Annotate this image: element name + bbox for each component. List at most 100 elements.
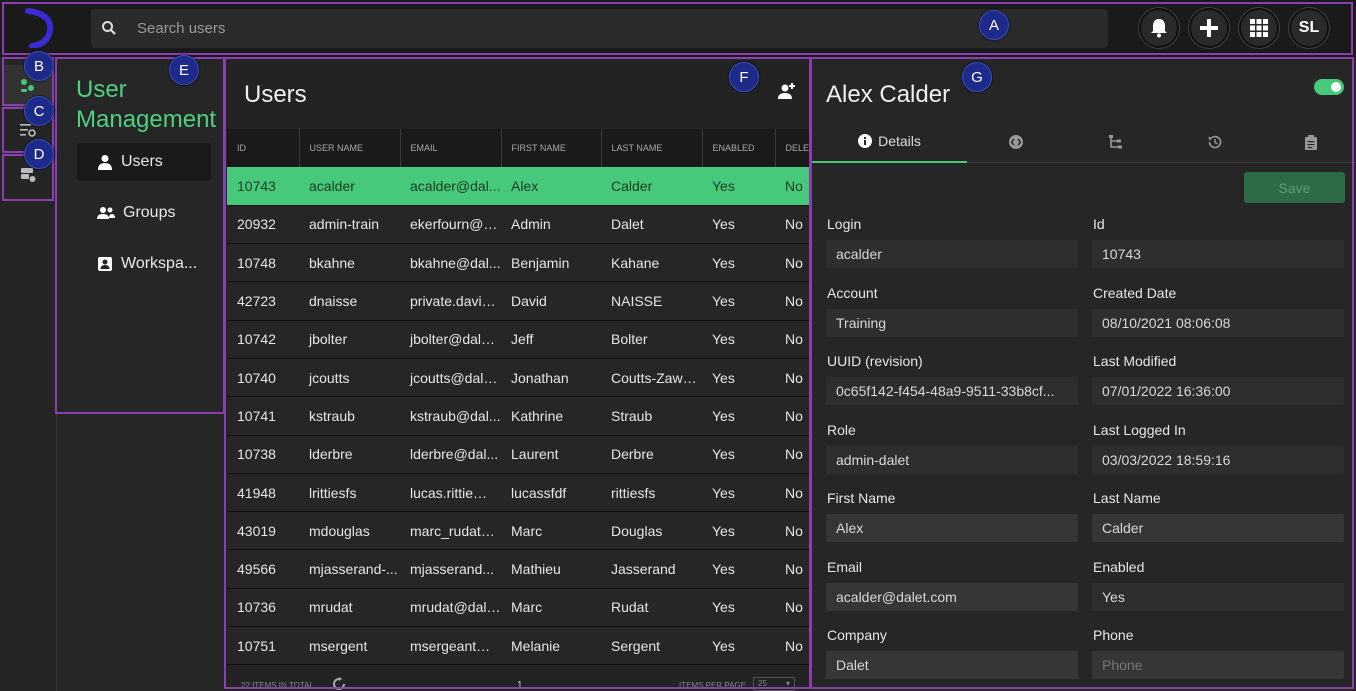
field-label: Enabled: [1093, 558, 1145, 575]
column-header-deleted[interactable]: DELE: [775, 129, 810, 167]
table-cell: Yes: [702, 320, 775, 359]
tab-clipboard[interactable]: [1266, 121, 1356, 163]
tab-history[interactable]: [1169, 121, 1259, 163]
table-cell: Sergent: [601, 626, 702, 666]
table-cell: lderbre: [299, 435, 400, 474]
callout-badge-c: C: [24, 96, 54, 126]
column-header-username[interactable]: USER NAME: [299, 129, 401, 167]
table-row[interactable]: 10751 msergent msergeant@... Melanie Sergent…: [227, 626, 809, 666]
table-cell: No: [775, 435, 809, 474]
table-row[interactable]: 10740 jcoutts jcoutts@dale... Jonathan Coutt…: [227, 358, 809, 398]
search-bar[interactable]: [91, 9, 1108, 48]
table-cell: No: [775, 320, 809, 359]
tab-hierarchy[interactable]: [1070, 121, 1160, 163]
field-value[interactable]: acalder@dalet.com: [826, 582, 1078, 611]
add-user-icon[interactable]: [778, 82, 796, 100]
table-cell: kstraub@dal...: [400, 396, 501, 436]
table-row[interactable]: 10741 kstraub kstraub@dal... Kathrine Straub…: [227, 396, 809, 436]
table-cell: 10738: [227, 435, 299, 474]
search-input[interactable]: [137, 9, 1037, 48]
user-icon: [98, 155, 112, 170]
table-cell: Melanie: [501, 626, 601, 666]
table-cell: acalder: [299, 167, 400, 206]
table-cell: No: [775, 167, 809, 206]
table-cell: ekerfourn@d...: [400, 205, 501, 245]
nav-item-groups[interactable]: Groups: [77, 194, 211, 232]
table-cell: 10736: [227, 588, 299, 628]
table-cell: mjasserand...: [400, 549, 501, 589]
refresh-icon[interactable]: [331, 677, 347, 691]
table-row[interactable]: 20932 admin-train ekerfourn@d... Admin Dalet…: [227, 205, 809, 245]
items-per-page-value: 25: [758, 679, 767, 688]
users-list-panel: Users ID USER NAME EMAIL FIRST NAME LAST…: [225, 57, 811, 691]
field-label: Account: [827, 284, 878, 301]
table-cell: Jasserand: [601, 549, 702, 589]
field-value[interactable]: Phone: [1092, 651, 1344, 679]
table-cell: 10743: [227, 167, 299, 206]
field-label: Last Logged In: [1093, 421, 1186, 438]
create-button[interactable]: [1189, 8, 1229, 48]
table-row[interactable]: 10736 mrudat mrudat@dale... Marc Rudat Yes No: [227, 588, 809, 628]
nav-item-users[interactable]: Users: [77, 143, 211, 181]
table-cell: mjasserand-...: [299, 549, 400, 589]
items-per-page-select[interactable]: 25 ▾: [753, 677, 795, 691]
table-cell: jcoutts@dale...: [400, 358, 501, 398]
table-cell: Laurent: [501, 435, 601, 474]
field-value[interactable]: Alex: [826, 514, 1078, 542]
field-value[interactable]: Dalet: [826, 651, 1078, 679]
field-label: Company: [827, 627, 887, 643]
table-cell: private.david...: [400, 281, 501, 321]
tab-code[interactable]: [971, 121, 1061, 163]
notifications-button[interactable]: [1139, 8, 1179, 48]
tab-label: Details: [878, 133, 921, 149]
column-header-email[interactable]: EMAIL: [400, 129, 502, 167]
table-cell: mrudat: [299, 588, 400, 628]
table-cell: lucassfdf: [501, 473, 601, 513]
column-header-id[interactable]: ID: [227, 129, 300, 167]
table-cell: Marc: [501, 511, 601, 551]
dalet-logo-icon[interactable]: [22, 8, 56, 48]
table-row[interactable]: 10743 acalder acalder@dal... Alex Calder Yes N…: [227, 167, 809, 206]
field-label: UUID (revision): [827, 353, 923, 369]
column-header-lastname[interactable]: LAST NAME: [601, 129, 703, 167]
table-cell: lrittiesfs: [299, 473, 400, 513]
field-value[interactable]: Calder: [1092, 514, 1344, 542]
table-row[interactable]: 41948 lrittiesfs lucas.rittie@g... lucassfd…: [227, 473, 809, 513]
apps-button[interactable]: [1239, 8, 1279, 48]
table-cell: jbolter@dalet...: [400, 320, 501, 359]
table-cell: 10748: [227, 243, 299, 283]
table-cell: jbolter: [299, 320, 400, 359]
section-title-line2: Management: [76, 106, 217, 133]
table-row[interactable]: 10748 bkahne bkahne@dal... Benjamin Kahane Ye…: [227, 243, 809, 283]
page-number[interactable]: 1: [517, 680, 523, 691]
table-cell: bkahne: [299, 243, 400, 283]
list-footer: 22 ITEMS IN TOTAL 1 ITEMS PER PAGE 25 ▾: [227, 673, 809, 691]
section-title: User Management: [76, 75, 216, 135]
table-cell: Jeff: [501, 320, 601, 359]
table-row[interactable]: 10738 lderbre lderbre@dal... Laurent Derbre Y…: [227, 435, 809, 474]
table-row[interactable]: 10742 jbolter jbolter@dalet... Jeff Bolter Ye…: [227, 320, 809, 359]
tab-details[interactable]: Details: [812, 121, 967, 163]
nav-item-label: Users: [121, 153, 163, 170]
grid-icon: [1250, 19, 1268, 37]
column-header-enabled[interactable]: ENABLED: [702, 129, 776, 167]
table-cell: Alex: [501, 167, 601, 206]
table-cell: jcoutts: [299, 358, 400, 398]
field-value: 10743: [1092, 240, 1344, 268]
table-row[interactable]: 43019 mdouglas marc_rudat@... Marc Douglas Ye…: [227, 511, 809, 551]
callout-badge-f: F: [729, 62, 759, 92]
table-cell: 10740: [227, 358, 299, 398]
column-header-firstname[interactable]: FIRST NAME: [501, 129, 602, 167]
table-cell: Benjamin: [501, 243, 601, 283]
callout-badge-b: B: [24, 51, 54, 81]
table-cell: Mathieu: [501, 549, 601, 589]
enabled-toggle[interactable]: [1314, 79, 1344, 95]
user-avatar-button[interactable]: SL: [1289, 8, 1329, 48]
nav-item-workspaces[interactable]: Workspa...: [77, 245, 211, 283]
table-row[interactable]: 42723 dnaisse private.david... David NAISSE Y…: [227, 281, 809, 321]
save-button[interactable]: Save: [1244, 172, 1345, 203]
field-value: Training: [826, 308, 1078, 337]
table-row[interactable]: 49566 mjasserand-... mjasserand... Mathieu J…: [227, 549, 809, 589]
table-cell: msergent: [299, 626, 400, 666]
field-label: Phone: [1093, 627, 1134, 643]
